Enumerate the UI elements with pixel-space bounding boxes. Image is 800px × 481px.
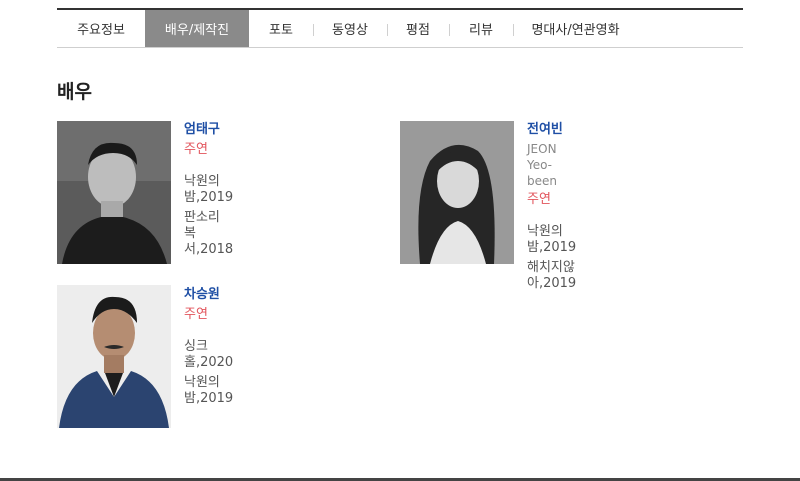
actor-name[interactable]: 차승원	[184, 287, 233, 303]
tab-review[interactable]: 리뷰	[449, 10, 513, 47]
actor-photo[interactable]	[400, 121, 514, 264]
tab-quotes-related[interactable]: 명대사/연관영화	[513, 10, 638, 47]
actor-name[interactable]: 전여빈	[527, 122, 576, 138]
actor-photo[interactable]	[57, 285, 171, 428]
actor-photo[interactable]	[57, 121, 171, 264]
tab-photo[interactable]: 포토	[249, 10, 313, 47]
actor-role: 주연	[527, 192, 551, 207]
tab-main-info[interactable]: 주요정보	[57, 10, 145, 47]
tab-cast-crew[interactable]: 배우/제작진	[145, 10, 249, 47]
actor-english-name: JEON Yeo-been	[527, 142, 557, 188]
tab-bar: 주요정보 배우/제작진 포토 동영상 평점 리뷰 명대사/연관영화	[57, 8, 743, 48]
filmography-item[interactable]: 싱크홀,2020	[184, 339, 233, 371]
tab-rating[interactable]: 평점	[387, 10, 449, 47]
tab-video[interactable]: 동영상	[313, 10, 387, 47]
filmography-item[interactable]: 판소리 복서,2018	[184, 210, 233, 258]
actor-name[interactable]: 엄태구	[184, 122, 233, 138]
actor-role: 주연	[184, 307, 208, 322]
filmography-item[interactable]: 낙원의 밤,2019	[527, 224, 576, 256]
actor-role: 주연	[184, 142, 208, 157]
filmography-item[interactable]: 낙원의 밤,2019	[184, 375, 233, 407]
section-title-cast: 배우	[57, 81, 92, 103]
filmography-item[interactable]: 해치지않아,2019	[527, 260, 576, 292]
filmography-item[interactable]: 낙원의 밤,2019	[184, 174, 233, 206]
